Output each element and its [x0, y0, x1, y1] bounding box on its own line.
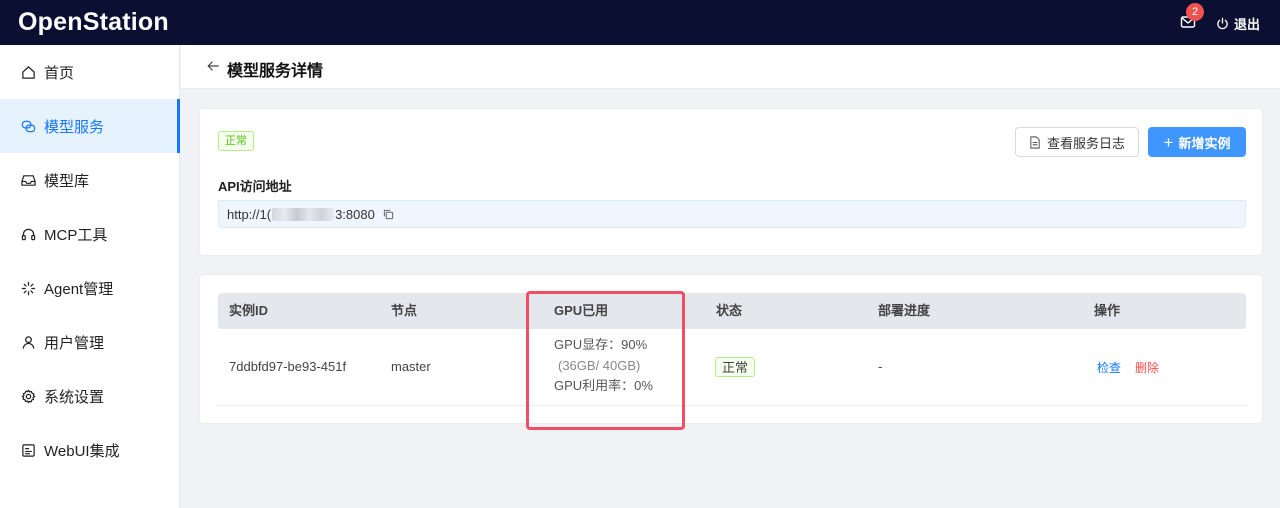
headset-icon	[20, 226, 36, 242]
sidebar-item-label: WebUI集成	[44, 442, 120, 460]
gpu-utilization: GPU利用率：0%	[554, 378, 653, 393]
sidebar-item-label: 系统设置	[44, 388, 105, 406]
instance-status-badge: 正常	[715, 357, 756, 377]
instance-id: 7ddbfd97-be93-451f	[229, 359, 347, 374]
logout-button[interactable]: 退出	[1216, 13, 1260, 33]
instances-table-card: 实例ID 节点 GPU已用 状态 部署进度 操作 7ddbfd97-be93-4…	[199, 274, 1263, 424]
dashboard-icon	[20, 442, 36, 458]
sidebar-item-model-library[interactable]: 模型库	[0, 153, 180, 207]
sidebar-item-label: 模型库	[44, 172, 90, 190]
copy-icon[interactable]	[383, 208, 395, 220]
back-arrow-icon[interactable]	[206, 59, 222, 75]
column-header-node: 节点	[391, 303, 418, 318]
deploy-progress: -	[878, 359, 883, 374]
sidebar-item-settings[interactable]: 系统设置	[0, 369, 180, 423]
home-icon	[20, 64, 36, 80]
logout-label: 退出	[1234, 16, 1261, 32]
gpu-memory-detail: (36GB/ 40GB)	[558, 357, 641, 373]
inspect-link[interactable]: 检查	[1097, 361, 1121, 375]
sidebar-item-mcp-tools[interactable]: MCP工具	[0, 207, 180, 261]
power-icon	[1217, 17, 1228, 29]
redacted-blur	[272, 207, 335, 221]
sidebar: 首页 模型服务 模型库 MCP工具 Agent管理 用户管理 系统设置 WebU…	[0, 45, 180, 508]
gpu-memory: GPU显存：90%	[554, 337, 648, 352]
column-header-gpu: GPU已用	[554, 303, 609, 318]
table-header: 实例ID 节点 GPU已用 状态 部署进度 操作	[218, 293, 1246, 329]
main-content: 模型服务详情 正常 查看服务日志 + 新增实例 API访问地址 http://1…	[181, 45, 1280, 508]
sidebar-item-users[interactable]: 用户管理	[0, 315, 180, 369]
sidebar-item-label: 首页	[44, 64, 75, 82]
sidebar-item-label: 模型服务	[44, 118, 105, 136]
sidebar-item-model-service[interactable]: 模型服务	[0, 99, 180, 153]
plus-icon: +	[1163, 132, 1174, 152]
gear-icon	[20, 388, 36, 404]
add-instance-button[interactable]: + 新增实例	[1148, 127, 1246, 157]
sidebar-item-webui[interactable]: WebUI集成	[0, 423, 180, 477]
sparkle-icon	[20, 280, 36, 296]
column-header-status: 状态	[716, 303, 743, 318]
row-actions: 检查 删除	[1097, 359, 1159, 376]
column-header-actions: 操作	[1094, 303, 1121, 318]
column-header-progress: 部署进度	[878, 303, 931, 318]
gpu-usage: GPU显存：90% (36GB/ 40GB) GPU利用率：0%	[554, 335, 653, 397]
column-header-id: 实例ID	[229, 303, 269, 318]
view-log-label: 查看服务日志	[1046, 135, 1125, 151]
notification-badge: 2	[1186, 3, 1204, 21]
sidebar-item-label: Agent管理	[44, 280, 114, 298]
chat-icon	[20, 118, 36, 134]
page-title: 模型服务详情	[227, 63, 324, 80]
sidebar-item-home[interactable]: 首页	[0, 45, 180, 99]
view-log-button[interactable]: 查看服务日志	[1015, 127, 1139, 157]
add-instance-label: 新增实例	[1178, 135, 1231, 151]
sidebar-item-label: 用户管理	[44, 334, 105, 352]
sidebar-item-agent[interactable]: Agent管理	[0, 261, 180, 315]
sidebar-item-label: MCP工具	[44, 226, 108, 244]
app-logo[interactable]: OpenStation	[18, 8, 169, 37]
api-url-prefix: http://1(	[227, 206, 272, 222]
table-row: 7ddbfd97-be93-451f master GPU显存：90% (36G…	[218, 329, 1246, 406]
delete-link[interactable]: 删除	[1135, 361, 1159, 375]
service-status-badge: 正常	[218, 131, 254, 151]
api-address-field: http://1( 3:8080	[218, 200, 1246, 228]
api-address-label: API访问地址	[218, 179, 292, 194]
api-url-suffix: 3:8080	[335, 206, 375, 222]
top-bar: OpenStation 2 退出	[0, 0, 1280, 45]
user-icon	[20, 334, 36, 350]
service-info-card: 正常 查看服务日志 + 新增实例 API访问地址 http://1( 3:808…	[199, 108, 1263, 256]
instance-node: master	[391, 359, 431, 374]
inbox-icon	[20, 172, 36, 188]
file-icon	[1030, 135, 1040, 149]
api-url[interactable]: http://1( 3:8080	[227, 207, 375, 222]
page-header: 模型服务详情	[181, 45, 1280, 89]
